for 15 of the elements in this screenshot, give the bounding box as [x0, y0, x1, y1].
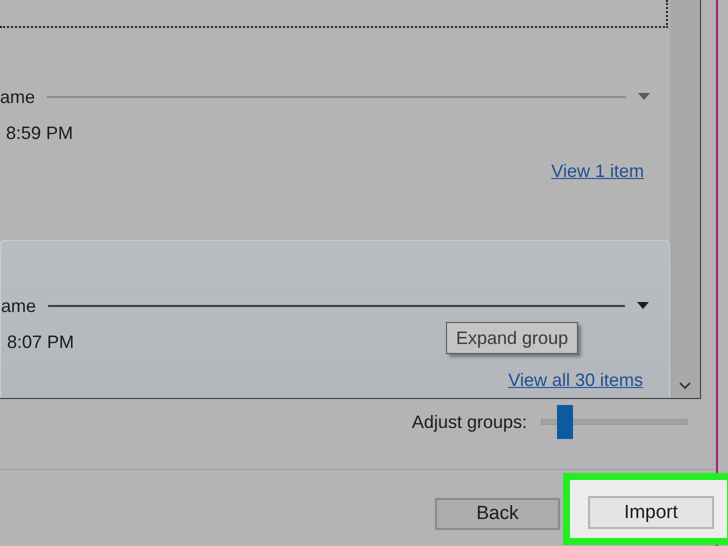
dialog-button[interactable]: Import — [588, 496, 714, 529]
collapse-triangle-icon[interactable] — [637, 302, 649, 310]
group-label: ame — [0, 86, 36, 109]
adjust-groups-label: Adjust groups: — [412, 411, 527, 434]
scroll-down-icon[interactable] — [679, 382, 691, 390]
slider[interactable] — [541, 405, 688, 439]
dialog-button[interactable]: Back — [435, 498, 560, 530]
slider-thumb[interactable] — [556, 405, 573, 439]
scrollbar[interactable] — [670, 0, 700, 398]
view-items-link[interactable]: View 1 item — [551, 159, 644, 183]
view-items-link[interactable]: View all 30 items — [508, 368, 643, 392]
tooltip: Expand group — [446, 322, 578, 354]
group-label: ame — [1, 295, 36, 318]
group-date: 8:07 PM — [6, 331, 74, 354]
group-date: 8:59 PM — [5, 122, 74, 145]
